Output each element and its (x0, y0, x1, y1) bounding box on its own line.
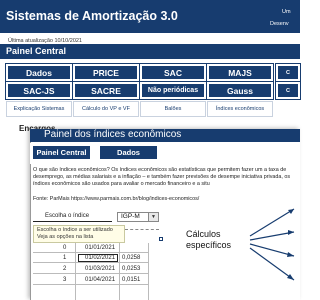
tooltip-text: Veja as opções na lista (37, 234, 94, 240)
panel-title: Painel Central (6, 46, 67, 56)
table-row-value: 0,0151 (122, 277, 141, 283)
table-row-value: 0,0253 (122, 266, 141, 272)
arrow-line (249, 231, 295, 241)
header-right-text: Um (282, 9, 291, 15)
arrow-head-icon (287, 274, 294, 280)
table-row-line (33, 284, 148, 285)
flow-arrows-diagram (249, 208, 295, 281)
tooltip-title: Escolha o índice a ser utilizado (37, 227, 113, 233)
arrow-line (249, 243, 295, 257)
nav-gauss-button[interactable]: Gauss (206, 81, 274, 100)
nav-sac-button[interactable]: SAC (139, 63, 207, 82)
nav-sacre-button[interactable]: SACRE (72, 81, 140, 100)
table-row-number: 0 (63, 245, 67, 251)
table-column-line (148, 243, 149, 300)
table-divider (125, 229, 159, 230)
nav-sac-js-button[interactable]: SAC-JS (5, 81, 73, 100)
table-row-number: 1 (63, 255, 67, 261)
nav-nao-periodicas-button[interactable]: Não periódicas (139, 81, 207, 100)
nav-calculo-vp-vf-button[interactable]: Cálculo do VP e VF (73, 101, 139, 117)
table-row-line (33, 262, 148, 263)
header-right-text: Desenv (270, 21, 289, 27)
index-label: Escolha o índice (33, 213, 112, 222)
table-row-line (33, 273, 148, 274)
table-row-value: 0,0258 (122, 255, 141, 261)
arrow-line (249, 208, 295, 237)
nav-majs-button[interactable]: MAJS (206, 63, 274, 82)
painel-central-button[interactable]: Painel Central (33, 146, 90, 159)
nav-price-button[interactable]: PRICE (72, 63, 140, 82)
table-row-number: 2 (63, 266, 67, 272)
nav-baloes-button[interactable]: Balões (140, 101, 206, 117)
chevron-down-icon[interactable]: ▼ (148, 212, 159, 222)
table-row-date: 01/01/2021 (85, 245, 116, 251)
app-title: Sistemas de Amortização 3.0 (6, 9, 178, 23)
indices-source: Fonte: ParMais https://www.parmais.com.b… (33, 196, 200, 202)
table-row-line (33, 252, 148, 253)
nav-partial-button[interactable]: C (275, 63, 301, 82)
table-row-date: 01/03/2021 (85, 266, 116, 272)
nav-dados-button[interactable]: Dados (5, 63, 73, 82)
nav-explicacao-sistemas-button[interactable]: Explicação Sistemas (6, 101, 72, 117)
nav-partial-button[interactable]: C (275, 81, 301, 100)
checkbox[interactable] (159, 237, 163, 241)
table-row-number: 3 (63, 277, 67, 283)
table-row-date: 01/04/2021 (85, 277, 116, 283)
indices-panel-title: Painel dos índices econômicos (44, 129, 182, 140)
index-tooltip: Escolha o índice a ser utilizado Veja as… (33, 225, 125, 243)
table-row-date-selected[interactable]: 01/02/2021 (78, 254, 118, 262)
dados-button[interactable]: Dados (100, 146, 157, 159)
arrow-line (249, 247, 295, 281)
indices-description: O que são índices econômicos? Os índices… (33, 167, 291, 187)
nav-indices-economicos-button[interactable]: Índices econômicos (207, 101, 273, 117)
